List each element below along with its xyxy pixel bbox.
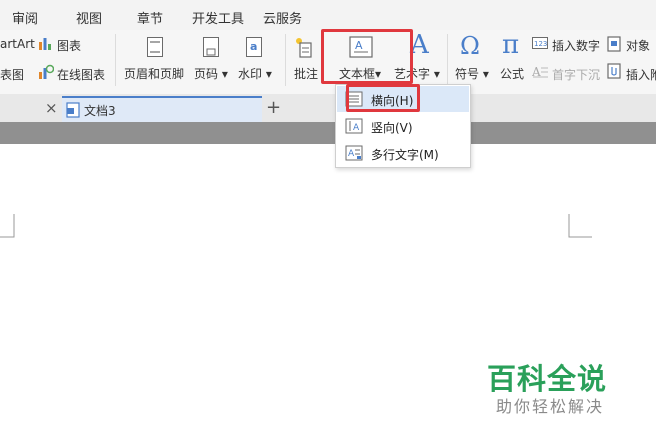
object-button[interactable]: 对象 — [626, 37, 650, 54]
insert-number-button[interactable]: 插入数字 — [552, 37, 600, 54]
header-footer-lines-icon — [150, 41, 160, 53]
menu-bar: 审阅 视图 章节 开发工具 云服务 — [0, 0, 656, 30]
textbox-vertical-option[interactable]: A 竖向(V) — [337, 113, 469, 139]
smartart-button[interactable]: artArt — [0, 37, 35, 51]
omega-icon: Ω — [460, 32, 480, 60]
vertical-textbox-icon: A — [345, 118, 363, 134]
textbox-multiline-label: 多行文字(M) — [371, 148, 439, 162]
workspace-background — [0, 122, 656, 144]
horizontal-option-highlight-box — [346, 84, 420, 112]
page-number-hash-icon — [206, 48, 216, 56]
header-footer-button[interactable]: 页眉和页脚 — [124, 65, 184, 82]
bar-chart-icon — [39, 38, 51, 50]
page-number-label: 页码 — [194, 67, 219, 81]
textbox-multiline-option[interactable]: A 多行文字(M) — [337, 140, 469, 166]
symbol-arrow: ▾ — [482, 67, 489, 81]
ribbon-separator — [115, 34, 116, 86]
screenshot-button[interactable]: 表图 — [0, 66, 24, 83]
menu-developer[interactable]: 开发工具 — [192, 8, 244, 27]
multiline-textbox-icon: A — [345, 145, 363, 161]
object-icon — [607, 36, 621, 52]
symbol-label: 符号 — [455, 67, 480, 81]
svg-text:123: 123 — [534, 40, 547, 48]
drop-cap-icon: A — [532, 65, 548, 78]
watermark-label: 水印 — [238, 67, 263, 81]
watermark-glyph-icon: a — [250, 40, 258, 53]
pi-icon: π — [502, 30, 520, 60]
ribbon-separator — [285, 34, 286, 86]
document-tab[interactable]: 文档3 — [62, 96, 262, 122]
menu-cloud[interactable]: 云服务 — [263, 8, 302, 27]
menu-section[interactable]: 章节 — [137, 8, 163, 27]
page-corner-mark-left — [0, 214, 15, 238]
page-number-button[interactable]: 页码 ▾ — [194, 65, 228, 82]
svg-text:A: A — [532, 65, 541, 78]
textbox-highlight-box — [321, 29, 413, 84]
close-tab-icon[interactable]: × — [45, 99, 58, 117]
svg-text:A: A — [353, 123, 360, 133]
watermark-button[interactable]: 水印 ▾ — [238, 65, 272, 82]
textbox-vertical-label: 竖向(V) — [371, 121, 413, 135]
document-file-icon — [66, 102, 80, 118]
menu-review[interactable]: 审阅 — [12, 8, 38, 27]
ribbon-separator — [447, 34, 448, 86]
watermark-title: 百科全说 — [487, 362, 608, 396]
wordart-arrow: ▾ — [433, 67, 440, 81]
document-tab-title: 文档3 — [84, 104, 116, 118]
online-chart-button[interactable]: 在线图表 — [57, 66, 105, 83]
attachment-icon — [607, 63, 621, 79]
drop-cap-button[interactable]: 首字下沉 — [552, 66, 600, 83]
formula-button[interactable]: 公式 — [500, 65, 524, 82]
comment-icon — [296, 38, 312, 58]
online-chart-icon — [39, 64, 54, 79]
watermark-arrow: ▾ — [265, 67, 272, 81]
watermark-subtitle: 助你轻松解决 — [496, 397, 605, 416]
symbol-button[interactable]: 符号 ▾ — [455, 65, 489, 82]
new-tab-icon[interactable]: + — [266, 97, 281, 118]
svg-text:A: A — [348, 149, 355, 159]
page-number-arrow: ▾ — [221, 67, 228, 81]
menu-view[interactable]: 视图 — [76, 8, 102, 27]
chart-button[interactable]: 图表 — [57, 37, 81, 54]
page-corner-mark-right — [568, 214, 592, 238]
insert-number-icon: 123 — [532, 37, 548, 49]
insert-attachment-button[interactable]: 插入附 — [626, 66, 656, 83]
comment-button[interactable]: 批注 — [294, 65, 318, 82]
